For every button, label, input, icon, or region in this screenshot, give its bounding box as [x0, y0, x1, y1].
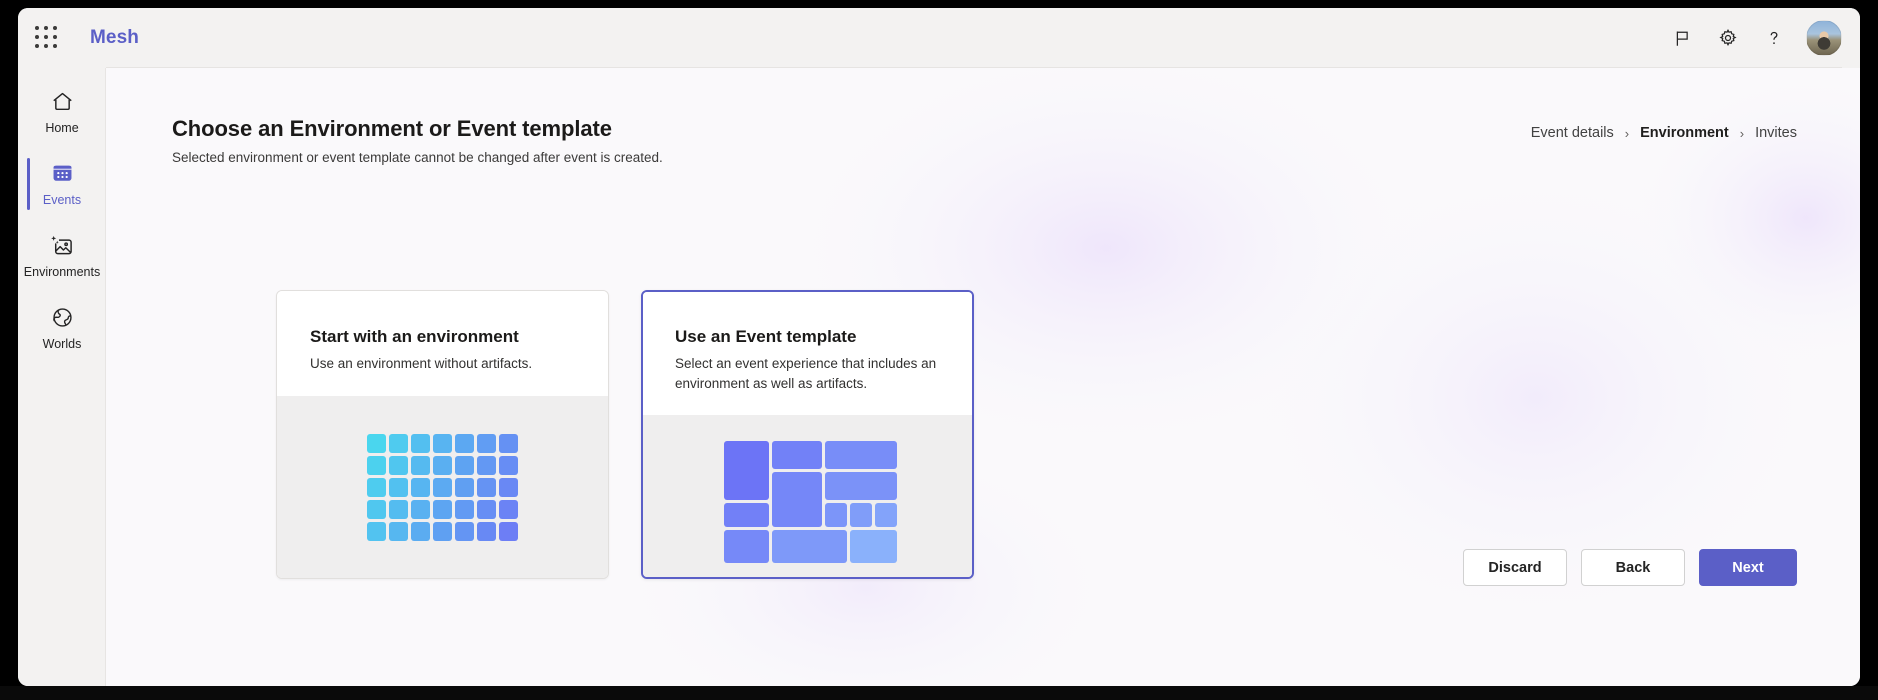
grid-tile: [389, 499, 408, 519]
page-subtitle: Selected environment or event template c…: [172, 150, 663, 165]
card-use-an-event-template[interactable]: Use an Event template Select an event ex…: [641, 290, 974, 579]
grid-tile: [389, 477, 408, 497]
grid-tile: [367, 499, 386, 519]
sidebar-item-label: Home: [45, 120, 79, 135]
grid-tile: [367, 433, 386, 453]
sidebar-item-worlds[interactable]: Worlds: [18, 294, 106, 360]
question-icon[interactable]: [1754, 18, 1794, 58]
grid-tile: [455, 477, 474, 497]
grid-tile: [455, 455, 474, 475]
grid-tile: [477, 499, 496, 519]
card-illustration-area: [643, 415, 972, 577]
grid-tile: [411, 521, 430, 541]
grid-tile: [411, 499, 430, 519]
event-template-mosaic-illustration: [724, 441, 897, 563]
page-header: Choose an Environment or Event template …: [172, 116, 663, 165]
mosaic-tile: [825, 441, 897, 469]
chevron-right-icon: ›: [1624, 125, 1630, 141]
avatar[interactable]: [1806, 20, 1842, 56]
image-sparkle-icon: [48, 232, 76, 260]
grid-tile: [411, 433, 430, 453]
sidebar-item-label: Worlds: [42, 336, 82, 351]
grid-tile: [455, 499, 474, 519]
grid-tile: [433, 521, 452, 541]
grid-tile: [433, 477, 452, 497]
grid-tile: [499, 455, 518, 475]
app-header: Mesh: [18, 8, 1860, 68]
grid-tile: [433, 433, 452, 453]
grid-tile: [499, 521, 518, 541]
grid-tile: [455, 521, 474, 541]
globe-icon: [48, 304, 76, 332]
discard-button[interactable]: Discard: [1463, 549, 1567, 586]
header-actions: [1662, 18, 1860, 58]
breadcrumb-item-invites[interactable]: Invites: [1755, 125, 1797, 141]
mosaic-tile: [825, 472, 897, 500]
mosaic-tile: [850, 503, 872, 527]
card-title: Use an Event template: [675, 327, 857, 346]
breadcrumb-item-event-details[interactable]: Event details: [1531, 125, 1614, 141]
gear-icon[interactable]: [1708, 18, 1748, 58]
card-illustration-area: [277, 396, 608, 578]
mosaic-tile: [825, 503, 847, 527]
grid-tile: [455, 433, 474, 453]
card-description: Select an event experience that includes…: [675, 356, 937, 391]
home-icon: [48, 88, 76, 116]
app-brand-title: Mesh: [90, 27, 139, 48]
grid-tile: [411, 477, 430, 497]
mosaic-tile: [875, 503, 897, 527]
footer-actions: Discard Back Next: [1463, 549, 1797, 586]
sidebar-item-events[interactable]: Events: [18, 150, 106, 216]
grid-tile: [367, 455, 386, 475]
grid-tile: [433, 455, 452, 475]
mosaic-tile: [772, 472, 822, 527]
back-button[interactable]: Back: [1581, 549, 1685, 586]
sidebar-item-label: Environments: [23, 264, 101, 279]
app-launcher-icon[interactable]: [30, 21, 64, 55]
grid-tile: [433, 499, 452, 519]
card-text-block: Start with an environment Use an environ…: [277, 291, 608, 396]
grid-tile: [499, 477, 518, 497]
page-title: Choose an Environment or Event template: [172, 116, 612, 141]
environment-grid-illustration: [367, 433, 518, 541]
mosaic-tile: [850, 530, 897, 563]
grid-tile: [499, 499, 518, 519]
calendar-icon: [48, 160, 76, 188]
sidebar-item-environments[interactable]: Environments: [18, 222, 106, 288]
grid-tile: [389, 433, 408, 453]
app-window: Mesh Home Events Environments Worlds Cho…: [18, 8, 1860, 686]
sidebar-item-label: Events: [42, 192, 82, 207]
main-content: Choose an Environment or Event template …: [106, 68, 1860, 686]
grid-tile: [367, 477, 386, 497]
grid-tile: [477, 433, 496, 453]
card-start-with-an-environment[interactable]: Start with an environment Use an environ…: [276, 290, 609, 579]
grid-tile: [477, 521, 496, 541]
grid-tile: [411, 455, 430, 475]
mosaic-tile: [724, 503, 769, 527]
grid-tile: [499, 433, 518, 453]
mosaic-tile: [772, 530, 847, 563]
grid-tile: [477, 477, 496, 497]
grid-tile: [389, 455, 408, 475]
card-description: Use an environment without artifacts.: [310, 356, 533, 371]
grid-tile: [367, 521, 386, 541]
flag-icon[interactable]: [1662, 18, 1702, 58]
breadcrumb-item-environment[interactable]: Environment: [1640, 125, 1729, 141]
breadcrumb: Event details › Environment › Invites: [1531, 125, 1797, 141]
taskbar-strip: [0, 686, 1878, 700]
template-choice-cards: Start with an environment Use an environ…: [276, 290, 974, 579]
card-title: Start with an environment: [310, 327, 519, 346]
sidebar-item-home[interactable]: Home: [18, 78, 106, 144]
grid-tile: [477, 455, 496, 475]
next-button[interactable]: Next: [1699, 549, 1797, 586]
mosaic-tile: [724, 441, 769, 500]
mosaic-tile: [724, 530, 769, 563]
mosaic-tile: [772, 441, 822, 469]
left-nav-rail: Home Events Environments Worlds: [18, 68, 106, 686]
grid-tile: [389, 521, 408, 541]
card-text-block: Use an Event template Select an event ex…: [643, 292, 972, 415]
chevron-right-icon: ›: [1739, 125, 1745, 141]
